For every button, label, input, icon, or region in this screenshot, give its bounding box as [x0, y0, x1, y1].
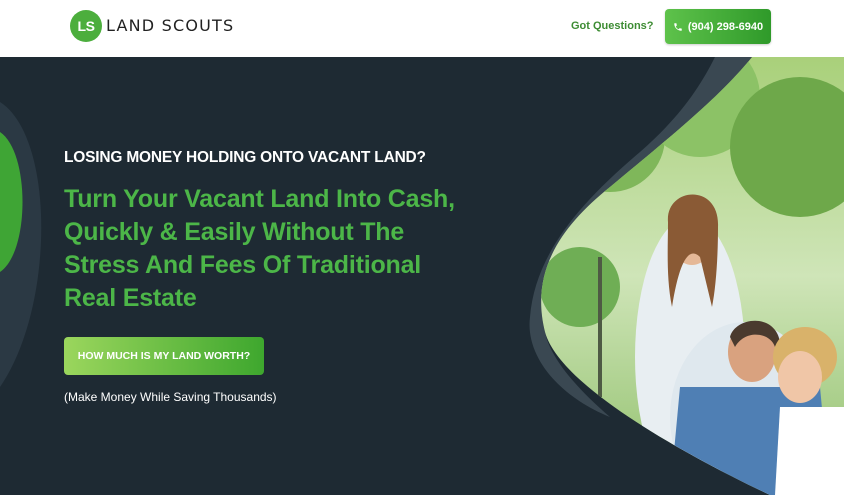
hero-section: LOSING MONEY HOLDING ONTO VACANT LAND? T…	[0, 57, 844, 495]
logo-text[interactable]: LAND SCOUTS	[106, 16, 234, 35]
phone-call-button[interactable]: (904) 298-6940	[665, 9, 771, 44]
hero-kicker: LOSING MONEY HOLDING ONTO VACANT LAND?	[64, 149, 426, 166]
phone-number-label: (904) 298-6940	[687, 20, 764, 33]
hero-headline: Turn Your Vacant Land Into Cash, Quickly…	[64, 185, 455, 312]
phone-icon	[673, 22, 683, 32]
got-questions-link[interactable]: Got Questions?	[571, 20, 654, 32]
logo-badge[interactable]: LS	[70, 10, 102, 42]
hero-subnote: (Make Money While Saving Thousands)	[64, 390, 277, 404]
land-worth-cta-button[interactable]: HOW MUCH IS MY LAND WORTH?	[64, 337, 264, 375]
site-header: LS LAND SCOUTS Got Questions? (904) 298-…	[0, 0, 844, 57]
